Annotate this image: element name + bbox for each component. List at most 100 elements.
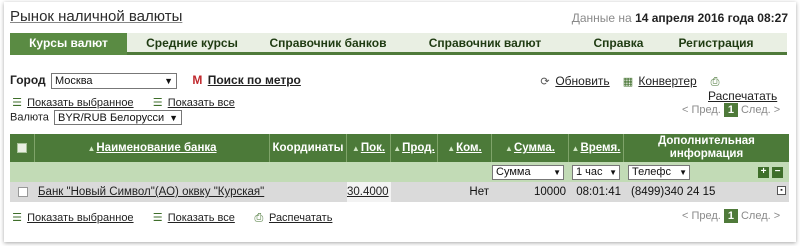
print-action[interactable]: ⎙ Распечатать [708, 74, 788, 103]
tab-average-rates[interactable]: Средние курсы [127, 33, 257, 55]
converter-link[interactable]: Конвертер [638, 74, 696, 88]
sort-icon: ▲ [87, 144, 96, 153]
row-checkbox[interactable] [17, 186, 28, 197]
tab-rates[interactable]: Курсы валют [10, 33, 127, 55]
chevron-down-icon: ▼ [169, 113, 178, 123]
sort-icon: ▲ [351, 144, 360, 153]
footer-show-all-link[interactable]: Показать все [168, 212, 235, 224]
show-selected-link[interactable]: Показать выбранное [27, 97, 134, 109]
col-extra-info-line1: Дополнительная [658, 135, 755, 147]
col-time-label[interactable]: Время. [580, 142, 620, 154]
sort-icon: ▲ [393, 144, 402, 153]
sort-icon: ▲ [505, 144, 513, 153]
currency-select[interactable]: BYR/RUB Белорусси ▼ [53, 110, 182, 125]
header: Рынок наличной валюты Данные на 14 апрел… [10, 8, 788, 28]
print-link[interactable]: Распечатать [708, 89, 777, 103]
row-bank-name[interactable]: Банк "Новый Символ"(АО) оквку "Курская" [38, 182, 270, 202]
col-coordinates-label: Координаты [272, 142, 344, 154]
show-all-link[interactable]: Показать все [168, 97, 235, 109]
list-checked-icon: ☰ [12, 212, 22, 224]
sort-icon: ▲ [447, 144, 456, 153]
pager-prev: < Пред. [682, 210, 721, 222]
table-header: ▲Наименование банка Координаты ▲Пок. ▲Пр… [10, 134, 789, 162]
data-date-prefix: Данные на [571, 11, 632, 25]
table-row: Банк "Новый Символ"(АО) оквку "Курская" … [10, 182, 789, 202]
tab-currency-directory[interactable]: Справочник валют [399, 33, 571, 55]
col-bank-name-label[interactable]: Наименование банка [96, 142, 216, 154]
tab-bank-directory[interactable]: Справочник банков [257, 33, 399, 55]
row-time: 08:01:41 [576, 186, 621, 198]
pager-next: След. > [740, 210, 781, 222]
buy-rate-link[interactable]: 30.4000 [347, 186, 389, 198]
city-label: Город [10, 73, 46, 88]
col-amount-label[interactable]: Сумма. [514, 142, 555, 154]
sort-icon: ▲ [571, 144, 580, 153]
pager-next: След. > [740, 104, 781, 116]
city-select[interactable]: Москва ▼ [51, 73, 177, 89]
show-row: ☰ Показать выбранное ☰ Показать все [10, 96, 235, 110]
row-select-cell [10, 182, 35, 202]
printer-icon: ⎙ [710, 76, 720, 88]
footer-show-selected-link[interactable]: Показать выбранное [27, 212, 134, 224]
page-title[interactable]: Рынок наличной валюты [10, 8, 182, 25]
data-date-value: 14 апреля 2016 года 08:27 [635, 11, 788, 25]
pager-prev: < Пред. [682, 104, 721, 116]
city-select-value: Москва [55, 75, 93, 87]
col-buy-label[interactable]: Пок. [361, 142, 385, 154]
amount-filter-select[interactable]: Сумма ▼ [492, 165, 564, 180]
pager-bottom: < Пред. 1 След. > [682, 209, 780, 223]
remove-column-button[interactable]: − [772, 167, 783, 178]
chevron-down-icon: ▼ [679, 168, 687, 177]
row-phone: (8499)340 24 15 [631, 186, 716, 198]
bank-link[interactable]: Банк "Новый Символ"(АО) оквку "Курская" [38, 186, 264, 198]
col-bank-name[interactable]: ▲Наименование банка [35, 134, 270, 162]
col-extra-info-line2: информация [669, 148, 744, 160]
col-commission-label[interactable]: Ком. [456, 142, 482, 154]
col-extra-info: Дополнительная информация [624, 134, 789, 162]
page-frame: Рынок наличной валюты Данные на 14 апрел… [4, 2, 796, 242]
city-row: Город Москва ▼ М Поиск по метро ⟳ Обнови… [10, 73, 788, 103]
refresh-link[interactable]: Обновить [555, 74, 609, 88]
col-buy[interactable]: ▲Пок. [347, 134, 391, 162]
chevron-down-icon: ▼ [164, 76, 173, 86]
currency-select-value: BYR/RUB Белорусси [57, 112, 165, 124]
calculator-icon: ▦ [622, 76, 634, 88]
select-all-checkbox[interactable] [17, 142, 27, 153]
col-amount[interactable]: ▲Сумма. [492, 134, 569, 162]
data-date: Данные на 14 апреля 2016 года 08:27 [572, 11, 788, 25]
converter-action[interactable]: ▦ Конвертер [621, 74, 697, 88]
list-icon: ☰ [152, 97, 163, 109]
currency-row: Валюта BYR/RUB Белорусси ▼ [10, 110, 182, 126]
col-sell[interactable]: ▲Прод. [391, 134, 438, 162]
row-amount: 10000 [534, 186, 566, 198]
row-coordinates [270, 182, 347, 202]
tab-help[interactable]: Справка [571, 33, 666, 55]
extra-info-filter-select[interactable]: Телефс ▼ [628, 165, 690, 180]
time-filter-select[interactable]: 1 час ▼ [572, 165, 620, 180]
add-column-button[interactable]: + [758, 167, 769, 178]
rates-table: ▲Наименование банка Координаты ▲Пок. ▲Пр… [10, 134, 789, 204]
col-time[interactable]: ▲Время. [569, 134, 624, 162]
row-sell [391, 182, 438, 202]
col-sell-label[interactable]: Прод. [402, 142, 435, 154]
pager-current[interactable]: 1 [723, 209, 738, 223]
footer-print-link[interactable]: Распечатать [269, 212, 332, 224]
refresh-action[interactable]: ⟳ Обновить [538, 74, 609, 88]
amount-filter-value: Сумма [496, 166, 531, 178]
select-all-cell [10, 134, 35, 162]
table-filter-row: Сумма ▼ 1 час ▼ Телефс ▼ + − [10, 162, 789, 182]
metro-icon: М [192, 73, 203, 88]
pager-top: < Пред. 1 След. > [682, 103, 780, 117]
refresh-icon: ⟳ [540, 76, 550, 88]
list-icon: ☰ [152, 212, 163, 224]
tab-registration[interactable]: Регистрация [666, 33, 766, 55]
currency-label: Валюта [10, 111, 49, 124]
chevron-down-icon: ▼ [609, 168, 617, 177]
pager-current[interactable]: 1 [723, 103, 738, 117]
row-expand-button[interactable]: ▪ [777, 186, 786, 195]
printer-icon: ⎙ [254, 212, 264, 224]
extra-info-filter-value: Телефс [632, 166, 671, 178]
metro-search-link[interactable]: Поиск по метро [208, 73, 301, 87]
row-buy[interactable]: 30.4000 [347, 182, 391, 202]
col-commission[interactable]: ▲Ком. [438, 134, 492, 162]
